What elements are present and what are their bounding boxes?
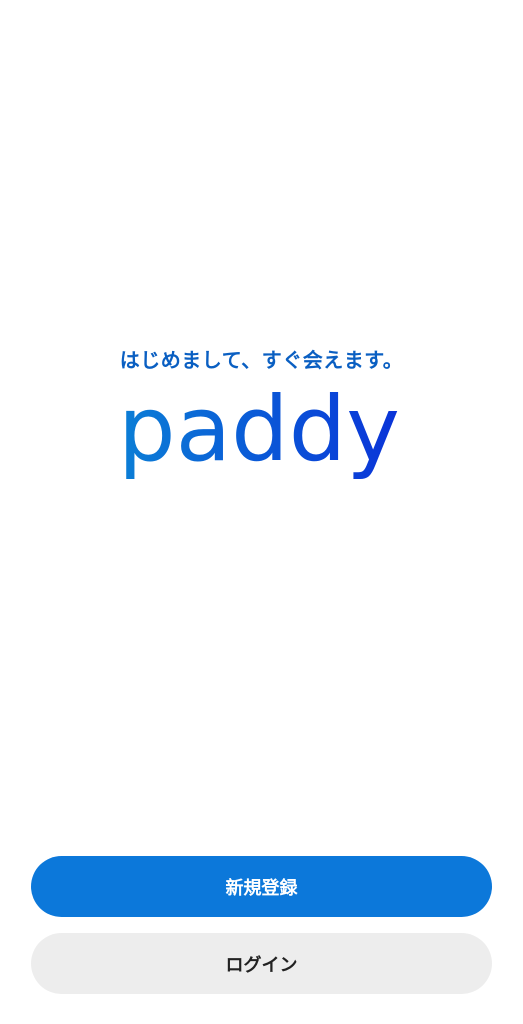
login-button[interactable]: ログイン [31, 933, 492, 994]
welcome-screen: はじめまして、すぐ会えます。 paddy 新規登録 ログイン [0, 0, 523, 1024]
tagline: はじめまして、すぐ会えます。 [119, 348, 404, 372]
logo-text: paddy [118, 392, 400, 482]
paddy-logo: paddy [118, 392, 408, 492]
signup-button[interactable]: 新規登録 [31, 856, 492, 917]
